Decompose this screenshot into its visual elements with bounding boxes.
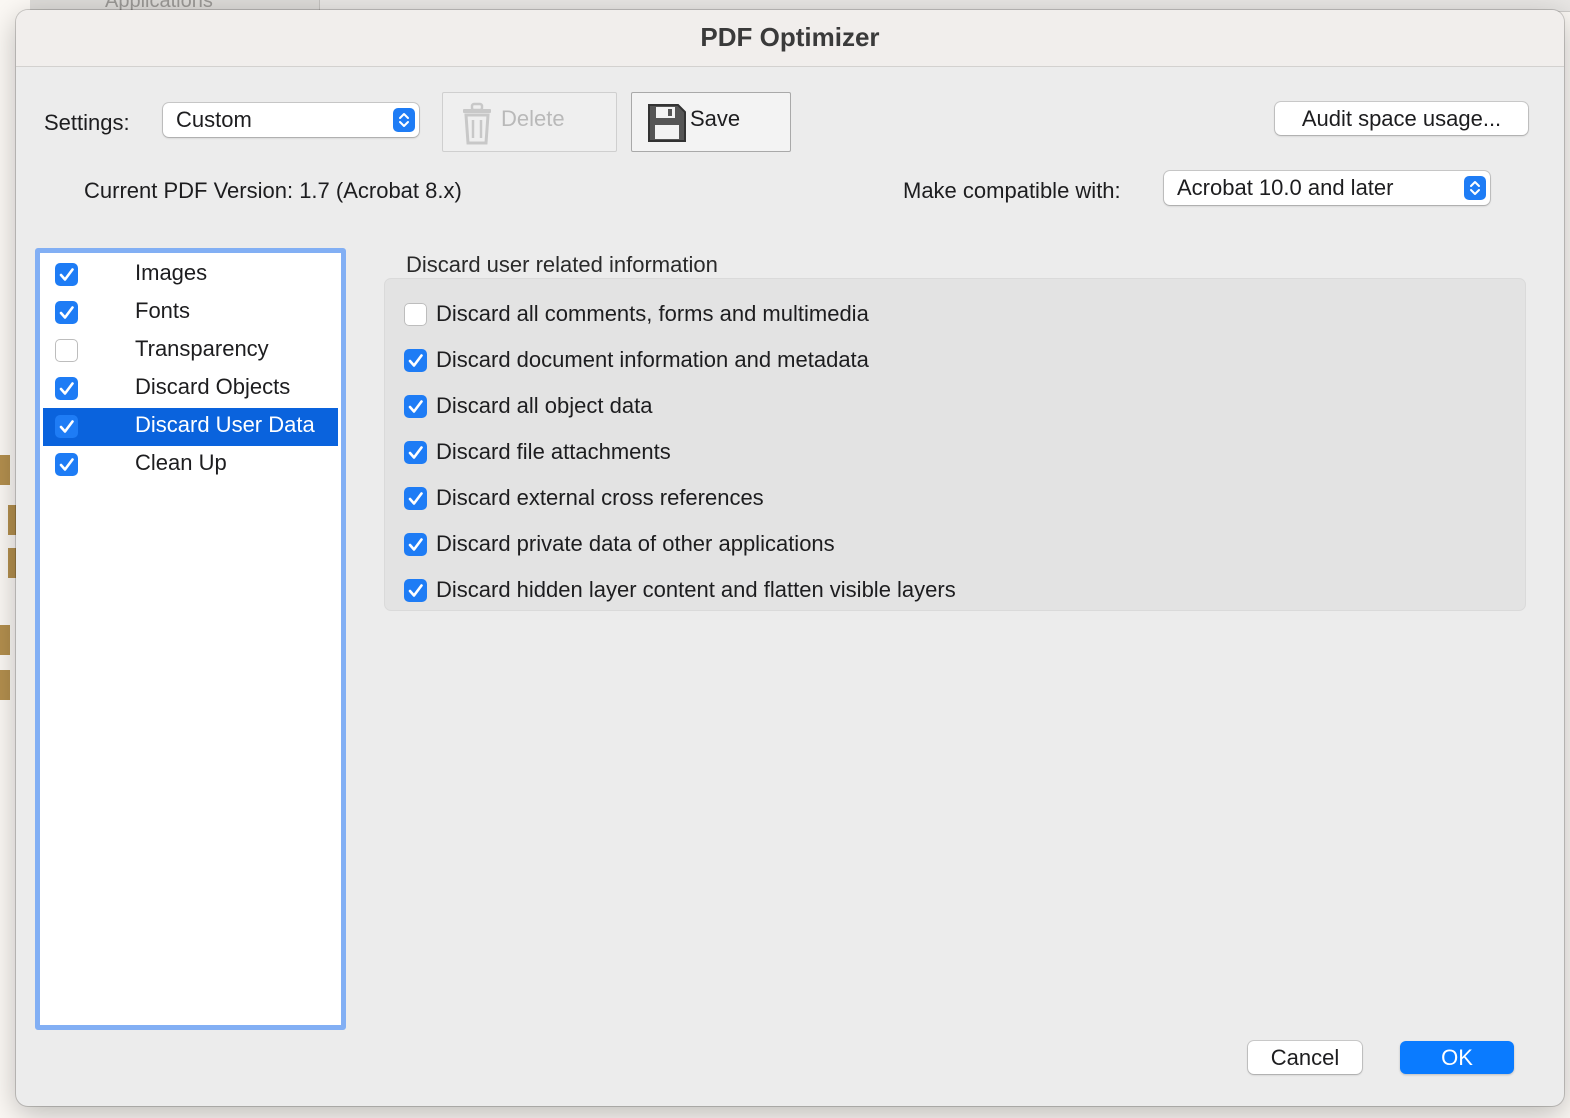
settings-popup-value: Custom — [176, 107, 252, 132]
dialog-title: PDF Optimizer — [700, 22, 880, 52]
compatibility-popup[interactable]: Acrobat 10.0 and later — [1164, 171, 1490, 205]
up-down-chevron-icon — [1464, 176, 1486, 200]
settings-popup[interactable]: Custom — [163, 103, 419, 137]
make-compatible-label: Make compatible with: — [903, 178, 1121, 203]
background-artwork — [0, 670, 10, 700]
audit-space-usage-button[interactable]: Audit space usage... — [1275, 102, 1528, 135]
option-label: Discard all comments, forms and multimed… — [436, 301, 869, 326]
option-row[interactable]: Discard private data of other applicatio… — [404, 530, 1504, 560]
checkmark-icon — [408, 446, 423, 459]
panel-title: Discard user related information — [406, 252, 718, 277]
checkmark-icon — [59, 420, 74, 433]
option-label: Discard document information and metadat… — [436, 347, 869, 372]
category-list[interactable]: Images Fonts Transparency Discard Objects Di… — [35, 248, 346, 1030]
option-row[interactable]: Discard external cross references — [404, 484, 1504, 514]
save-button[interactable]: Save — [631, 92, 791, 152]
category-item[interactable]: Discard User Data — [43, 408, 338, 446]
background-artwork — [8, 548, 16, 578]
category-item[interactable]: Transparency — [43, 332, 338, 370]
checkmark-icon — [59, 268, 74, 281]
option-label: Discard external cross references — [436, 485, 764, 510]
category-checkbox[interactable] — [55, 339, 78, 362]
delete-button-label: Delete — [501, 106, 565, 131]
background-artwork — [0, 625, 10, 655]
option-row[interactable]: Discard document information and metadat… — [404, 346, 1504, 376]
checkmark-icon — [408, 492, 423, 505]
category-checkbox[interactable] — [55, 301, 78, 324]
option-label: Discard all object data — [436, 393, 653, 418]
category-item[interactable]: Clean Up — [43, 446, 338, 484]
category-item[interactable]: Discard Objects — [43, 370, 338, 408]
option-row[interactable]: Discard hidden layer content and flatten… — [404, 576, 1504, 606]
category-item[interactable]: Fonts — [43, 294, 338, 332]
checkmark-icon — [59, 306, 74, 319]
option-label: Discard file attachments — [436, 439, 671, 464]
checkmark-icon — [408, 400, 423, 413]
category-label: Fonts — [135, 298, 191, 323]
cancel-button[interactable]: Cancel — [1248, 1041, 1362, 1074]
category-checkbox[interactable] — [55, 263, 78, 286]
category-label: Clean Up — [135, 450, 227, 475]
checkmark-icon — [408, 538, 423, 551]
background-artwork — [0, 455, 10, 485]
category-label: Discard User Data — [135, 412, 315, 437]
compatibility-popup-value: Acrobat 10.0 and later — [1177, 175, 1394, 200]
settings-label: Settings: — [44, 110, 130, 135]
category-checkbox[interactable] — [55, 415, 78, 438]
dialog-titlebar[interactable]: PDF Optimizer — [16, 10, 1564, 67]
trash-icon — [457, 101, 497, 152]
checkmark-icon — [408, 584, 423, 597]
background-artwork — [8, 505, 16, 535]
option-checkbox[interactable] — [404, 395, 427, 418]
ok-button[interactable]: OK — [1400, 1041, 1514, 1074]
category-label: Images — [135, 260, 208, 285]
category-item[interactable]: Images — [43, 256, 338, 294]
option-row[interactable]: Discard file attachments — [404, 438, 1504, 468]
save-button-label: Save — [690, 106, 741, 131]
category-label: Discard Objects — [135, 374, 291, 399]
category-label: Transparency — [135, 336, 269, 361]
option-checkbox[interactable] — [404, 303, 427, 326]
option-label: Discard hidden layer content and flatten… — [436, 577, 956, 602]
option-row[interactable]: Discard all comments, forms and multimed… — [404, 300, 1504, 330]
checkmark-icon — [59, 382, 74, 395]
option-checkbox[interactable] — [404, 441, 427, 464]
category-checkbox[interactable] — [55, 377, 78, 400]
option-label: Discard private data of other applicatio… — [436, 531, 835, 556]
pdf-optimizer-dialog: PDF Optimizer Settings: Custom Delete Sa… — [16, 10, 1564, 1106]
checkmark-icon — [59, 458, 74, 471]
option-checkbox[interactable] — [404, 579, 427, 602]
floppy-disk-icon — [646, 102, 688, 149]
checkmark-icon — [408, 354, 423, 367]
option-checkbox[interactable] — [404, 487, 427, 510]
option-checkbox[interactable] — [404, 349, 427, 372]
options-group: Discard all comments, forms and multimed… — [384, 278, 1526, 611]
delete-button[interactable]: Delete — [442, 92, 617, 152]
option-row[interactable]: Discard all object data — [404, 392, 1504, 422]
up-down-chevron-icon — [393, 108, 415, 132]
option-checkbox[interactable] — [404, 533, 427, 556]
category-checkbox[interactable] — [55, 453, 78, 476]
current-pdf-version: Current PDF Version: 1.7 (Acrobat 8.x) — [84, 178, 462, 203]
